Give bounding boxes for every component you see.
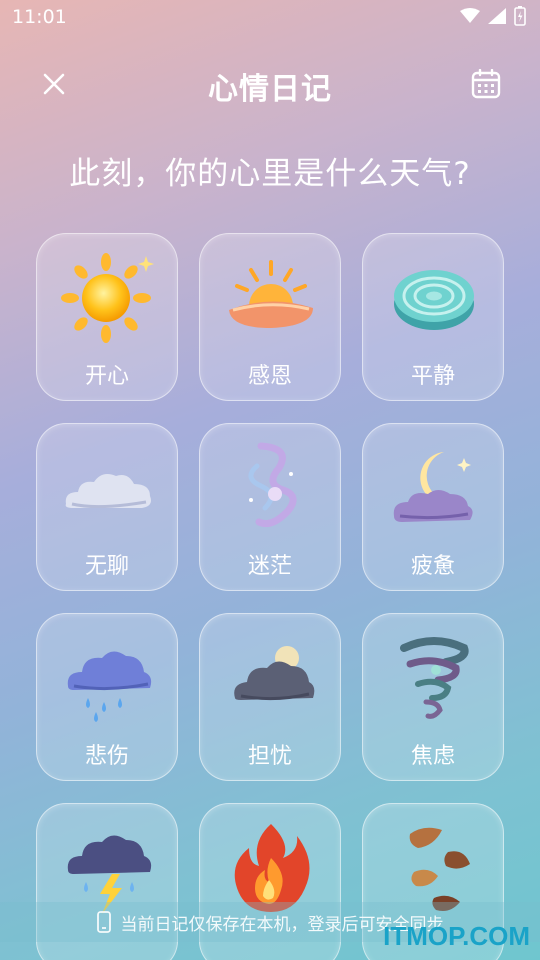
mood-label: 焦虑 — [410, 744, 455, 769]
mood-label: 担忧 — [247, 744, 292, 769]
mood-label: 迷茫 — [247, 554, 292, 579]
mood-card-happy[interactable]: 开心 — [36, 233, 178, 401]
mood-label: 疲惫 — [410, 554, 455, 579]
calendar-button[interactable] — [462, 60, 510, 108]
moon-cloud-icon — [393, 452, 473, 522]
rain-cloud-icon — [67, 651, 152, 722]
calm-pool-icon — [394, 270, 474, 330]
sun-icon — [61, 253, 154, 343]
mood-card-anxious[interactable]: 焦虑 — [362, 613, 504, 781]
header: 心情日记 — [0, 56, 540, 112]
watermark: ITMOP.COM — [383, 921, 530, 951]
mood-card-bored[interactable]: 无聊 — [36, 423, 178, 591]
sunrise-icon — [229, 260, 313, 328]
mood-card-sad[interactable]: 悲伤 — [36, 613, 178, 781]
mood-label: 无聊 — [84, 554, 129, 579]
mood-card-tired[interactable]: 疲惫 — [362, 423, 504, 591]
mood-grid: 开心 感恩 平静 无聊 迷茫 疲惫 悲伤 担忧 焦虑 — [36, 233, 504, 960]
mood-card-grateful[interactable]: 感恩 — [199, 233, 341, 401]
mood-label: 感恩 — [247, 364, 292, 389]
status-bar: 11:01 — [0, 0, 540, 36]
signal-icon — [488, 8, 506, 24]
flat-cloud-icon — [65, 474, 151, 509]
page-title: 心情日记 — [208, 72, 332, 107]
wifi-icon — [460, 8, 480, 23]
status-icons — [460, 6, 526, 26]
mood-label: 开心 — [84, 364, 129, 389]
mood-card-calm[interactable]: 平静 — [362, 233, 504, 401]
mood-label: 平静 — [410, 364, 455, 389]
calendar-icon — [471, 69, 501, 99]
overcast-icon — [234, 646, 315, 701]
mood-label: 悲伤 — [84, 744, 129, 769]
swirl-wind-icon — [248, 442, 297, 528]
mood-card-worried[interactable]: 担忧 — [199, 613, 341, 781]
status-time: 11:01 — [12, 6, 67, 28]
tornado-icon — [400, 637, 469, 719]
weather-prompt: 此刻，你的心里是什么天气? — [69, 156, 471, 192]
mood-card-confused[interactable]: 迷茫 — [199, 423, 341, 591]
phone-icon — [96, 911, 111, 933]
battery-icon — [514, 6, 526, 26]
